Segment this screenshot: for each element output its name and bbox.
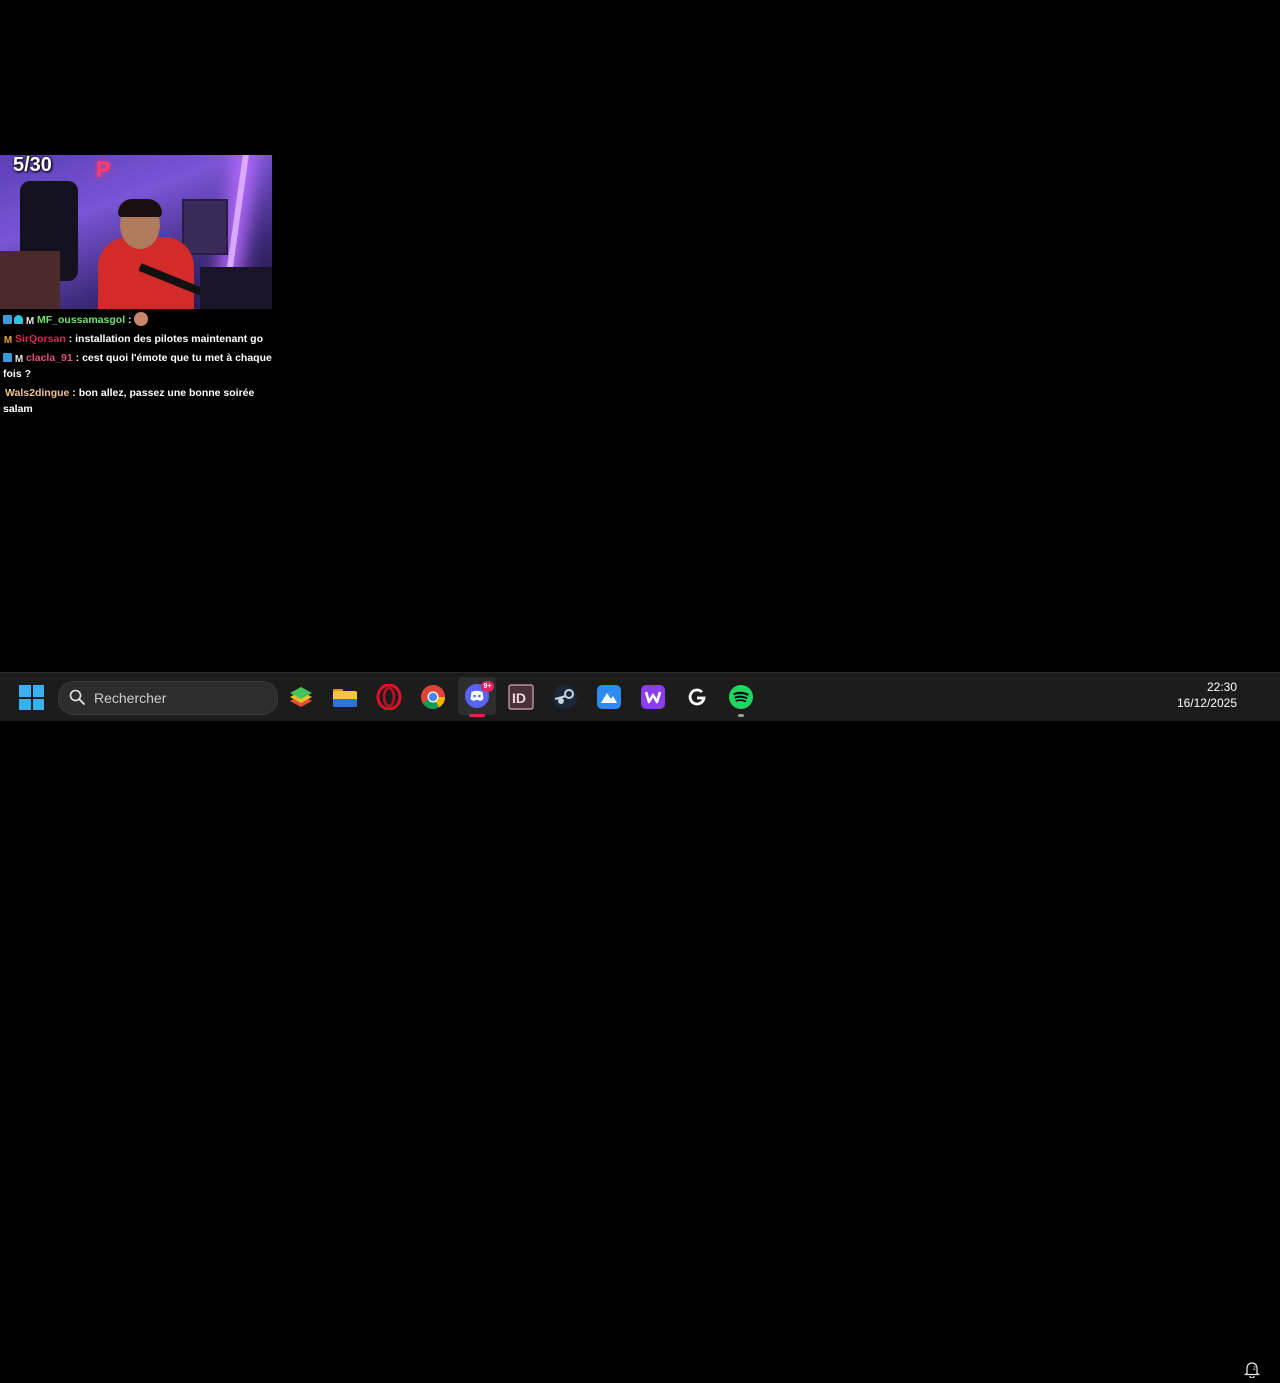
system-clock[interactable]: 22:30 16/12/2025 [1177, 679, 1237, 711]
chat-username: clacla_91 [26, 352, 73, 364]
neon-sign [96, 157, 130, 175]
chat-message: Mclacla_91 : cest quoi l'émote que tu me… [3, 352, 272, 380]
discord-active-indicator [469, 714, 485, 717]
chat-username: Wals2dingue [5, 387, 70, 399]
wuthering-icon[interactable] [639, 683, 667, 711]
m-badge-icon: M [3, 335, 13, 346]
clock-time: 22:30 [1206, 680, 1237, 694]
altstore-icon[interactable] [595, 683, 623, 711]
chat-username: MF_oussamasgol [37, 314, 126, 326]
prime-badge-icon [3, 315, 12, 324]
m-badge-icon: M [14, 354, 24, 365]
chat-emote-icon [134, 312, 149, 326]
chat-username: SirQorsan [15, 333, 66, 345]
chat-text: installation des pilotes maintenant go [75, 333, 263, 345]
taskbar: Rechercher ID z [0, 672, 1280, 1379]
chat-overlay: M MF_oussamasgol : M SirQorsan : installat… [3, 312, 275, 420]
svg-text:z: z [1253, 1366, 1256, 1372]
chat-message: M MF_oussamasgol : [3, 312, 275, 328]
file-explorer-icon[interactable] [331, 683, 359, 711]
svg-text:ID: ID [512, 690, 526, 706]
steam-icon[interactable] [551, 683, 579, 711]
windows-logo-icon [19, 685, 31, 697]
start-button[interactable] [19, 685, 44, 710]
search-icon [69, 689, 85, 705]
m-badge-icon: M [25, 316, 35, 327]
chrome-icon[interactable] [419, 683, 447, 711]
discord-notification-badge: 9+ [481, 681, 494, 692]
desk [200, 267, 272, 309]
prime-badge-icon [3, 353, 12, 362]
webcam-overlay: 5/30 [0, 155, 272, 309]
opera-icon[interactable] [375, 683, 403, 711]
bluestacks-icon[interactable] [287, 683, 315, 711]
goal-counter: 5/30 [13, 155, 52, 176]
desktop: 5/30 MMF_oussamasgol : MSirQorsan : inst… [0, 0, 1280, 672]
spotify-icon[interactable] [727, 683, 755, 711]
search-placeholder: Rechercher [94, 690, 167, 706]
sub-badge-icon [14, 315, 23, 324]
windows-logo-tile [32, 698, 44, 710]
windows-logo-tile [19, 698, 31, 710]
clock-date: 16/12/2025 [1176, 696, 1237, 710]
streamer-hair [118, 199, 162, 217]
logitech-icon[interactable] [683, 683, 711, 711]
shelf [0, 251, 60, 309]
indesign-icon[interactable]: ID [507, 683, 535, 711]
wall-poster [182, 199, 228, 255]
search-box[interactable]: Rechercher [58, 681, 278, 715]
notification-bell-icon[interactable]: z [1243, 1360, 1261, 1379]
chat-message: Wals2dingue : bon allez, passez une bonn… [3, 387, 255, 415]
chat-message: M SirQorsan : installation des pilotes ma… [3, 333, 263, 346]
windows-logo-tile [32, 685, 44, 697]
spotify-running-indicator [738, 714, 744, 717]
